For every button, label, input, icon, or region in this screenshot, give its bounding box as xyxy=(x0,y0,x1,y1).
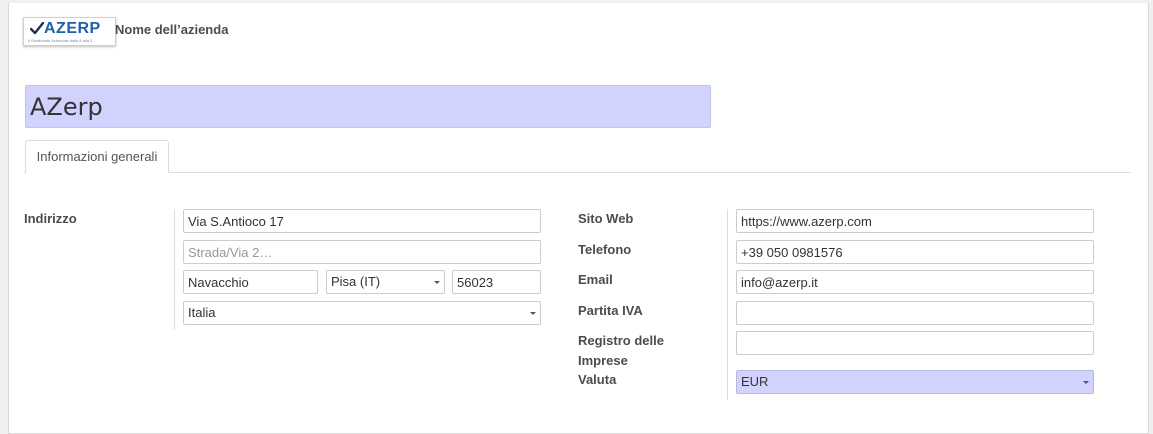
registry-label-line1: Registro delle xyxy=(578,333,664,348)
email-input[interactable] xyxy=(736,270,1094,294)
city-input[interactable] xyxy=(183,270,318,294)
currency-select[interactable]: EUR xyxy=(736,370,1094,394)
chevron-down-icon xyxy=(434,281,440,284)
street-input[interactable] xyxy=(183,209,541,233)
phone-input[interactable] xyxy=(736,240,1094,264)
vat-label: Partita IVA xyxy=(578,303,643,318)
registry-label-line2: Imprese xyxy=(578,353,628,368)
chevron-down-icon xyxy=(530,312,536,315)
logo-tagline: Il Gestionale Aziendale dalla A alla Z xyxy=(28,38,93,43)
zip-input[interactable] xyxy=(452,270,541,294)
email-label: Email xyxy=(578,272,613,287)
address-divider xyxy=(174,209,175,330)
vat-input[interactable] xyxy=(736,301,1094,325)
tab-general-information[interactable]: Informazioni generali xyxy=(25,140,169,173)
currency-label: Valuta xyxy=(578,372,617,387)
address-label: Indirizzo xyxy=(24,211,77,226)
country-select[interactable]: Italia xyxy=(183,301,541,325)
checkmark-icon xyxy=(30,22,44,35)
company-name-label: Nome dell’azienda xyxy=(115,22,229,37)
company-logo[interactable]: AZERP Il Gestionale Aziendale dalla A al… xyxy=(23,17,116,46)
phone-label: Telefono xyxy=(578,242,632,257)
logo-text: AZERP xyxy=(44,20,101,37)
state-select[interactable]: Pisa (IT) xyxy=(326,270,445,294)
registry-input[interactable] xyxy=(736,331,1094,355)
chevron-down-icon xyxy=(1083,381,1089,384)
state-value: Pisa (IT) xyxy=(326,270,445,294)
contact-divider xyxy=(727,209,728,400)
tabs-divider xyxy=(24,172,1131,173)
currency-value: EUR xyxy=(736,370,1094,394)
company-name-input[interactable] xyxy=(25,85,711,128)
website-input[interactable] xyxy=(736,209,1094,233)
website-label: Sito Web xyxy=(578,211,634,226)
street2-input[interactable] xyxy=(183,240,541,264)
country-value: Italia xyxy=(183,301,541,325)
